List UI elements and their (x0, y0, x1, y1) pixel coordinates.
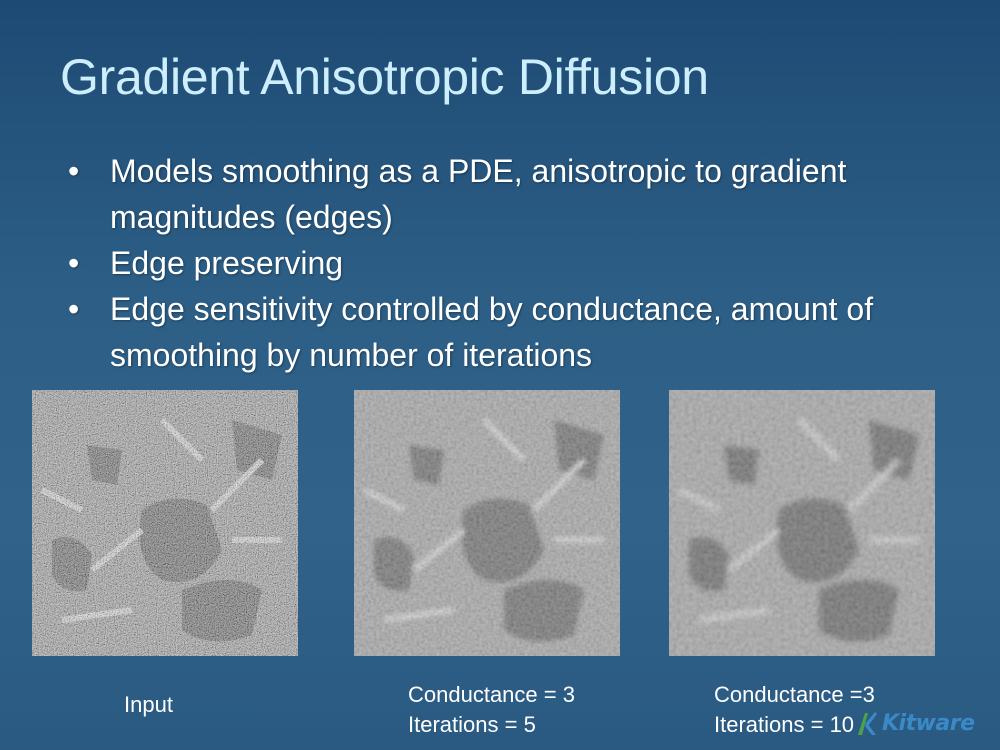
slide-title: Gradient Anisotropic Diffusion (60, 49, 709, 105)
input-image (32, 390, 298, 656)
caption-line: Conductance =3 (714, 682, 875, 707)
input-caption: Input (124, 690, 173, 720)
caption-line: Conductance = 3 (408, 682, 575, 707)
caption-line: Input (124, 692, 173, 717)
bullet-list: Models smoothing as a PDE, anisotropic t… (68, 148, 968, 378)
conductance-3-iterations-10-image (669, 390, 935, 656)
bullet-item: Edge preserving (68, 240, 968, 286)
conductance-3-iterations-5-caption: Conductance = 3 Iterations = 5 (408, 680, 575, 740)
caption-line: Iterations = 5 (408, 712, 536, 737)
conductance-3-iterations-5-image (354, 390, 620, 656)
bullet-item: Models smoothing as a PDE, anisotropic t… (68, 148, 968, 240)
conductance-3-iterations-10-caption: Conductance =3 Iterations = 10 (714, 680, 875, 740)
kitware-logo-text: Kitware (882, 710, 975, 736)
caption-line: Iterations = 10 (714, 712, 855, 737)
kitware-logo: Kitware (856, 705, 975, 741)
kitware-logo-icon (858, 712, 877, 735)
bullet-item: Edge sensitivity controlled by conductan… (68, 286, 968, 378)
